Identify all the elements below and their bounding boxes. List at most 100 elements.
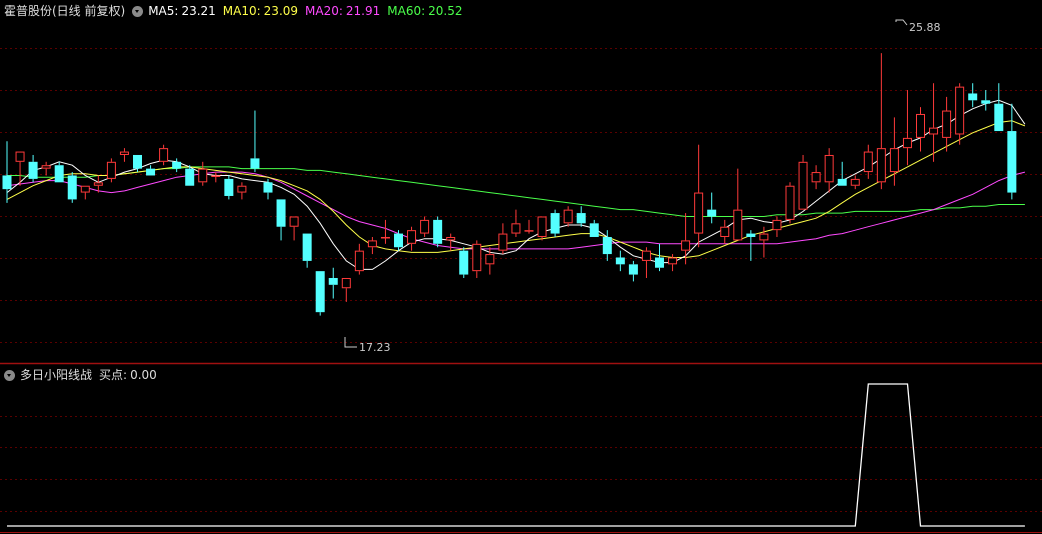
candle [446,233,456,251]
candle-body-up [720,226,730,237]
ma10-label: MA10: 23.09 [222,4,299,18]
candle-body-up [902,137,912,149]
candle [733,168,743,241]
candle-body-up [916,113,925,138]
candle-body-up [772,219,782,231]
candle [641,247,651,278]
candle-body-up [15,151,25,162]
indicator-title: 多日小阳线战 [20,368,93,382]
candle-body-up [537,216,547,237]
ma20-label: MA20: 21.91 [305,4,381,18]
candle-body-down [54,165,64,183]
low-price-marker: 17.23 [344,337,391,354]
candle-body-up [668,257,678,265]
candle [537,216,547,241]
low-price-label: 17.23 [359,341,391,354]
candle-body-down [602,236,612,255]
candle-body-up [863,151,873,173]
main-panel-header: 霍普股份(日线 前复权) MA5: 23.21 MA10: 23.09 MA20: 2… [4,2,470,20]
candle-body-up [955,86,965,135]
candle-body-up [850,178,860,186]
candle-body-up [420,219,430,234]
candle-body-down [981,100,991,104]
candle [707,192,717,224]
candle-body-up [681,240,691,251]
candle [811,165,821,190]
candle [772,216,782,237]
candle [211,172,221,183]
candle-body-down [994,103,1004,132]
candle [981,90,991,111]
candle [367,236,377,255]
ma60-label: MA60: 20.52 [387,4,463,18]
candle [720,219,730,244]
kline-chart-canvas[interactable]: 25.88 17.23 [0,0,1042,534]
candle-body-down [615,257,625,265]
candle-body-up [198,168,208,183]
candle-body-down [146,168,156,176]
candle-body-up [159,148,169,162]
candle-body-up [367,240,377,248]
candle [407,226,417,251]
candle-body-up [563,209,573,224]
candle [876,53,886,190]
candle-body-up [211,175,221,177]
candle [119,148,129,162]
candle-body-up [524,230,534,232]
indicator-series [7,383,1025,527]
chevron-down-icon[interactable] [4,369,15,381]
candle [459,247,469,278]
candle-body-down [67,175,77,200]
candle [224,175,234,200]
candle [472,240,482,278]
candle-body-down [746,233,756,237]
candle-body-down [968,93,978,101]
buy-signal-line [7,383,1025,527]
candle-body-down [628,264,638,275]
candle-body-up [380,236,390,239]
candle-body-down [263,182,273,193]
candle-body-up [407,230,417,244]
candle-body-up [511,223,521,234]
candle-body-up [93,182,103,186]
candle-body-up [41,165,51,169]
candle-body-up [354,250,364,272]
candle-body-up [785,185,795,220]
candle [289,216,299,241]
candle-body-down [394,233,403,248]
candle [550,209,560,237]
candle-body-down [315,271,325,313]
candle [250,110,260,173]
candle-body-down [28,161,38,179]
candle-body-up [485,254,495,265]
candle [968,83,978,108]
stock-title: 霍普股份(日线 前复权) [4,4,126,18]
candle [198,161,208,186]
candle-body-down [655,257,664,268]
candle [315,271,325,316]
candle-body-down [172,161,182,169]
candle-body-up [889,148,899,173]
candle [916,107,925,152]
candle-body-up [694,192,704,234]
candle [28,154,38,183]
candle [798,154,808,210]
candle-body-down [576,213,586,224]
candle-body-up [929,127,939,135]
candle [615,250,625,272]
candle [929,83,939,162]
chevron-down-icon[interactable] [132,5,144,17]
grid-lines [0,48,1042,512]
candle-body-up [824,154,834,183]
candle [106,158,116,183]
candle-body-down [185,168,195,186]
ma5-label: MA5: 23.21 [148,4,216,18]
candle [785,182,795,224]
candle [694,144,704,248]
high-price-marker: 25.88 [895,19,941,34]
candle-body-up [811,172,821,183]
candle [576,206,586,227]
high-price-label: 25.88 [909,21,941,34]
candle-body-down [250,158,260,169]
candle-body-down [1007,131,1017,193]
